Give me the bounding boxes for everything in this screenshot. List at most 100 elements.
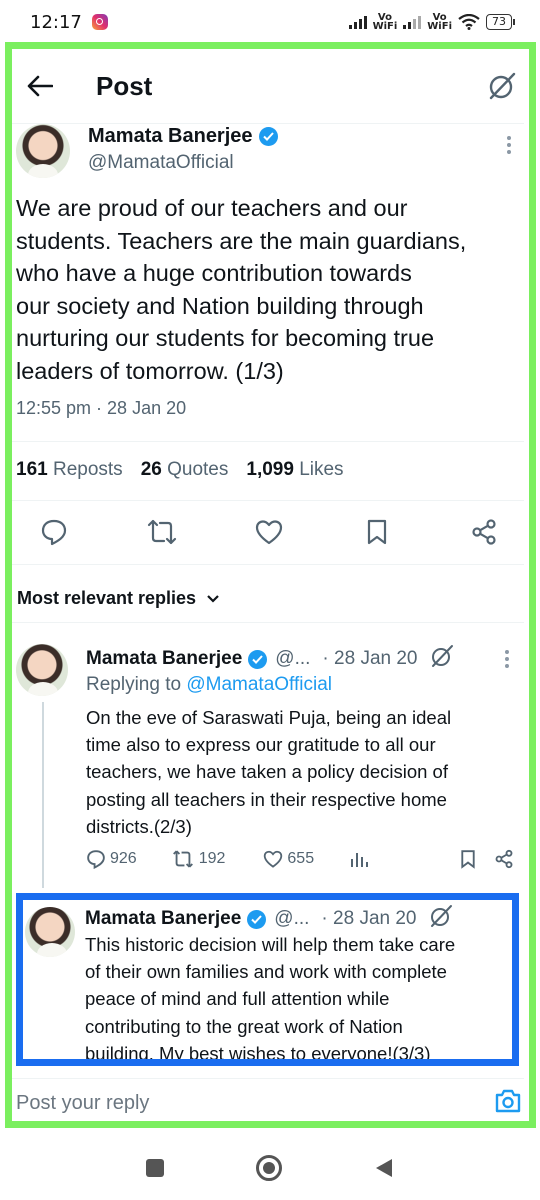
- arrow-left-icon: [27, 75, 53, 97]
- post-actions: [38, 516, 500, 548]
- author-name: Mamata Banerjee: [88, 125, 253, 147]
- repost-icon: [172, 850, 193, 868]
- comment-icon: [41, 519, 67, 546]
- thread-line: [42, 702, 44, 888]
- likes-stat[interactable]: 1,099 Likes: [246, 459, 343, 481]
- replying-prefix: Replying to: [86, 674, 182, 695]
- reply-repost-button[interactable]: 192: [171, 849, 226, 869]
- filter-divider: [12, 622, 524, 623]
- reply-bookmark-button[interactable]: [460, 849, 476, 869]
- reply-button[interactable]: [38, 516, 70, 548]
- reply-item[interactable]: Mamata Banerjee @... · 28 Jan 20 Replyin…: [16, 644, 516, 888]
- stats-divider: [12, 500, 524, 501]
- post-header: Post: [12, 50, 526, 122]
- reply-body-text: On the eve of Saraswati Puja, being an i…: [86, 707, 452, 837]
- reply-actions: 926 192 655: [86, 849, 516, 869]
- highlight-frame-blue: Mamata Banerjee @... · 28 Jan 20 This hi…: [16, 893, 519, 1066]
- verified-badge-icon: [258, 127, 278, 146]
- vowifi-label-2: Vo WiFi: [427, 12, 452, 32]
- quotes-count: 26: [140, 459, 162, 480]
- heart-icon: [255, 520, 283, 545]
- wifi-icon: [458, 14, 480, 30]
- back-button[interactable]: [14, 60, 66, 112]
- reply-views-button[interactable]: [350, 850, 369, 868]
- bookmark-icon: [461, 850, 475, 869]
- author-name-block: Mamata Banerjee @MamataOfficial: [88, 125, 278, 184]
- status-bar: 12:17 Vo WiFi Vo WiFi 73: [0, 0, 540, 44]
- avatar[interactable]: [16, 644, 68, 696]
- signal-icon: [348, 15, 367, 29]
- page-title: Post: [96, 70, 153, 101]
- vowifi-label-1: Vo WiFi: [372, 12, 398, 32]
- quotes-stat[interactable]: 26 Quotes: [141, 459, 229, 481]
- camera-button[interactable]: [494, 1088, 522, 1119]
- post-author: Mamata Banerjee @MamataOfficial: [16, 124, 516, 184]
- instagram-notification-icon: [91, 14, 108, 30]
- status-icons: Vo WiFi Vo WiFi 73: [348, 12, 515, 32]
- grok-icon[interactable]: [430, 644, 454, 674]
- replying-to: Replying to @MamataOfficial: [86, 674, 332, 696]
- chevron-down-icon: [207, 594, 219, 603]
- reply-share-button[interactable]: [494, 849, 514, 869]
- grok-icon[interactable]: [429, 904, 453, 934]
- reply-composer: Post your reply: [16, 1086, 522, 1120]
- comments-count: 926: [110, 850, 137, 867]
- like-button[interactable]: [253, 516, 285, 548]
- quotes-label: Quotes: [167, 459, 229, 480]
- home-button[interactable]: [256, 1154, 282, 1181]
- status-time: 12:17: [30, 11, 82, 33]
- reply-body-text: This historic decision will help them ta…: [85, 934, 456, 1064]
- grok-button[interactable]: [482, 66, 522, 106]
- reply-handle: @...: [274, 908, 310, 929]
- reposts-count: 192: [198, 850, 226, 867]
- system-nav-bar: [0, 1135, 540, 1200]
- likes-label: Likes: [299, 459, 344, 480]
- reply-comment-button[interactable]: 926: [86, 849, 137, 869]
- repost-button[interactable]: [146, 516, 178, 548]
- avatar[interactable]: [25, 907, 75, 957]
- reply-author-name[interactable]: Mamata Banerjee: [86, 648, 242, 670]
- reposts-label: Reposts: [52, 459, 123, 480]
- reply-header: Mamata Banerjee @... · 28 Jan 20: [86, 644, 516, 674]
- avatar[interactable]: [16, 124, 70, 178]
- share-icon: [472, 519, 496, 545]
- post-timestamp[interactable]: 12:55 pm · 28 Jan 20: [16, 398, 186, 419]
- reply-date: · 28 Jan 20: [321, 908, 417, 929]
- signal-icon-2: [403, 15, 422, 29]
- heart-icon: [264, 850, 283, 868]
- replies-sort-label: Most relevant replies: [17, 588, 197, 608]
- reply-input[interactable]: Post your reply: [16, 1092, 149, 1115]
- back-triangle-icon[interactable]: [374, 1157, 394, 1179]
- comment-icon: [87, 850, 105, 869]
- bookmark-button[interactable]: [361, 516, 393, 548]
- bookmark-icon: [367, 519, 386, 545]
- grok-icon: [489, 72, 516, 100]
- author-handle: @MamataOfficial: [88, 152, 234, 173]
- reply-bar-divider: [12, 1078, 524, 1079]
- share-icon: [495, 849, 513, 869]
- repost-icon: [147, 519, 176, 545]
- share-button[interactable]: [468, 516, 500, 548]
- reply-like-button[interactable]: 655: [263, 850, 314, 868]
- camera-icon: [495, 1089, 521, 1112]
- meta-divider: [12, 441, 524, 442]
- reply-handle: @...: [275, 648, 311, 669]
- more-options-icon[interactable]: [500, 650, 514, 668]
- reply-item[interactable]: Mamata Banerjee @... · 28 Jan 20 This hi…: [23, 904, 512, 1064]
- home-icon: [263, 1161, 275, 1174]
- replying-to-handle[interactable]: @MamataOfficial: [186, 674, 332, 695]
- replies-sort-dropdown[interactable]: Most relevant replies: [17, 588, 220, 609]
- post-body-text: We are proud of our teachers and our stu…: [16, 195, 467, 384]
- post-stats: 161 Reposts 26 Quotes 1,099 Likes: [16, 459, 344, 481]
- verified-badge-icon: [247, 909, 267, 929]
- likes-count: 655: [287, 850, 315, 867]
- more-options-icon[interactable]: [502, 136, 516, 184]
- reply-header: Mamata Banerjee @... · 28 Jan 20: [85, 904, 505, 934]
- reposts-stat[interactable]: 161 Reposts: [16, 459, 123, 481]
- reposts-count: 161: [16, 459, 48, 480]
- views-icon: [351, 853, 369, 867]
- reply-author-name[interactable]: Mamata Banerjee: [85, 908, 241, 930]
- recents-button[interactable]: [146, 1158, 164, 1177]
- author-name-row[interactable]: Mamata Banerjee: [88, 125, 278, 148]
- battery-indicator: 73: [486, 14, 515, 30]
